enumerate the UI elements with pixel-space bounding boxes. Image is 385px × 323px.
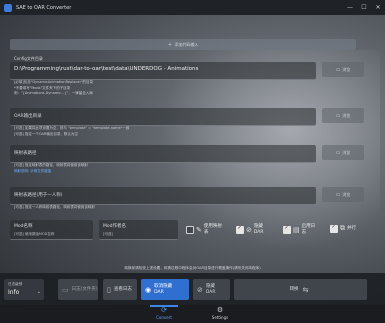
log-folder-button[interactable]: ▭ 日志(文件夹): [58, 279, 98, 300]
parallel-checkbox[interactable]: ⧉ 并行: [330, 224, 356, 233]
help-line: [必填]包含"DynamicAnimationReplacer"的目录: [14, 80, 94, 84]
dar-dir-browse-button[interactable]: ▭ 浏览: [322, 62, 364, 77]
convert-label: 转换: [289, 286, 299, 292]
enable-log-label: 启用日 志: [301, 224, 316, 235]
mapping-path-help: [可选] 指定映射表的路径，映射表将使用该映射 映射说明: 示例文件链接: [14, 163, 88, 174]
close-button[interactable]: ✕: [371, 0, 385, 15]
browse-label: 浏览: [342, 191, 351, 197]
document-icon: ▯: [107, 285, 111, 294]
folder-icon: ▭: [335, 66, 341, 73]
mod-name-label: Mod名称: [14, 224, 33, 229]
folder-icon: ▭: [335, 149, 341, 156]
unhide-dar-label: 取消隐藏 DAR: [154, 284, 173, 295]
help-line: [可选] 指定映射表的路径，映射表将使用该映射: [14, 163, 88, 167]
title-bar: SAE to OAR Converter — ☐ ✕: [0, 0, 385, 15]
mod-name-hint: [可选] 使用原始MOD名称: [14, 232, 55, 236]
parallel-icon: ⧉: [340, 224, 345, 232]
hide-dar-button[interactable]: ⊘ 隐藏 DAR: [193, 279, 230, 300]
app-icon: [4, 3, 12, 12]
dar-dir-help: [必填]包含"DynamicAnimationReplacer"的目录 *不要填…: [14, 80, 93, 97]
checkbox-box[interactable]: [283, 225, 291, 234]
log-level-caption: 日志级别: [8, 282, 23, 286]
mod-author-hint: [可选]: [103, 232, 113, 236]
use-mapping-checkbox[interactable]: ✎ 使用映射 表: [186, 224, 222, 235]
gear-icon: ⚙: [216, 306, 224, 314]
view-log-button[interactable]: ▯ 查看日志: [103, 279, 137, 300]
hide-dar-button-label: 隐藏 DAR: [205, 284, 216, 295]
mapping-1st-person-input[interactable]: 映射表路径(用于一人称): [10, 187, 316, 205]
oar-output-browse-button[interactable]: ▭ 浏览: [322, 108, 364, 123]
unhide-dar-button[interactable]: ◉ 取消隐藏 DAR: [141, 279, 189, 300]
oar-output-help: [可选] 如果将此项设置为空，则与 "template" = "template…: [14, 126, 129, 137]
eye-off-icon: ⊘: [246, 225, 252, 234]
folder-icon: ▭: [335, 191, 341, 198]
warning-text: 转换前请检查上述设置，转换过程中程序会对OAR目录进行覆盖操作(请勿关闭本程序): [124, 266, 261, 270]
dar-dir-value: D:\Programming\rust\dar-to-oar\test\data…: [14, 66, 199, 72]
folder-icon: ▭: [62, 285, 69, 294]
oar-output-input[interactable]: OAR输出目录: [10, 108, 316, 126]
help-line: 例："{Animations,Dynamic...}"，一律留全入局: [14, 91, 93, 95]
view-log-label: 查看日志: [113, 286, 132, 292]
log-level-value: Info: [8, 289, 20, 296]
maximize-button[interactable]: ☐: [357, 0, 371, 15]
add-input-button[interactable]: ＋ 添加代码输入: [10, 39, 356, 50]
bottom-bar: 日志级别 Info ⌄ ▭ 日志(文件夹) ▯ 查看日志 ◉ 取消隐藏 DAR …: [0, 273, 385, 305]
mapping-path-label: 映射表路径: [14, 151, 37, 156]
use-mapping-label: 使用映射 表: [203, 224, 222, 235]
folder-icon: ▭: [335, 112, 341, 119]
mapping-1st-person-label: 映射表路径(用于一人称): [14, 193, 63, 198]
checkbox-box[interactable]: [330, 224, 338, 233]
help-line: [可选] 指定一人称映射表路径，映射表将使用该映射: [14, 205, 95, 209]
app-window: SAE to OAR Converter — ☐ ✕ ＋ 添加代码输入 Conf…: [0, 0, 385, 323]
log-icon: ▤: [293, 225, 300, 234]
nav-convert[interactable]: ⟳ Convert: [150, 306, 178, 320]
nav-settings-label: Settings: [211, 315, 229, 320]
plus-icon: ＋: [167, 42, 173, 48]
dar-dir-input[interactable]: D:\Programming\rust\dar-to-oar\test\data…: [10, 62, 316, 80]
mapping-path-input[interactable]: 映射表路径: [10, 145, 316, 163]
parallel-label: 并行: [347, 225, 356, 231]
browse-label: 浏览: [342, 112, 351, 118]
add-input-label: 添加代码输入: [174, 41, 199, 47]
help-line: [可选] 如果将此项设置为空，则与 "template" = "template…: [14, 126, 130, 130]
help-line: [可选] 指定一个OAR输出目录，默认为空: [14, 131, 78, 136]
log-folder-label: 日志(文件夹): [71, 286, 98, 292]
window-title: SAE to OAR Converter: [16, 4, 72, 11]
minimize-button[interactable]: —: [343, 0, 357, 15]
browse-label: 浏览: [342, 149, 351, 155]
pencil-icon: ✎: [196, 225, 202, 234]
mapping-help-link[interactable]: 映射说明: 示例文件链接: [14, 169, 88, 175]
mapping-1st-person-browse-button[interactable]: ▭ 浏览: [322, 187, 364, 202]
browse-label: 浏览: [342, 66, 351, 72]
log-level-select[interactable]: 日志级别 Info ⌄: [4, 279, 44, 300]
mod-author-label: Mod作者名: [103, 224, 126, 229]
mod-name-input[interactable]: Mod名称 [可选] 使用原始MOD名称: [10, 220, 93, 240]
mod-author-input[interactable]: Mod作者名 [可选]: [99, 220, 178, 240]
chevron-down-icon: ⌄: [36, 289, 41, 295]
bottom-navigation: ⟳ Convert ⚙ Settings: [0, 305, 385, 323]
nav-settings[interactable]: ⚙ Settings: [206, 306, 234, 320]
oar-output-label: OAR输出目录: [14, 114, 42, 119]
checkbox-box[interactable]: [186, 225, 194, 234]
convert-icon: ⇆: [302, 285, 309, 294]
hide-dar-checkbox[interactable]: ⊘ 隐藏 DAR: [236, 224, 263, 235]
sync-icon: ⟳: [161, 306, 167, 314]
checkbox-box[interactable]: [236, 225, 244, 234]
enable-log-checkbox[interactable]: ▤ 启用日 志: [283, 224, 315, 235]
hide-dar-label: 隐藏 DAR: [253, 224, 264, 235]
eye-off-icon: ⊘: [197, 285, 203, 294]
mapping-path-browse-button[interactable]: ▭ 浏览: [322, 145, 364, 160]
eye-icon: ◉: [145, 285, 152, 294]
mapping-1st-person-help: [可选] 指定一人称映射表路径，映射表将使用该映射: [14, 205, 95, 211]
nav-convert-label: Convert: [156, 315, 172, 320]
convert-button[interactable]: 转换 ⇆: [234, 279, 367, 300]
